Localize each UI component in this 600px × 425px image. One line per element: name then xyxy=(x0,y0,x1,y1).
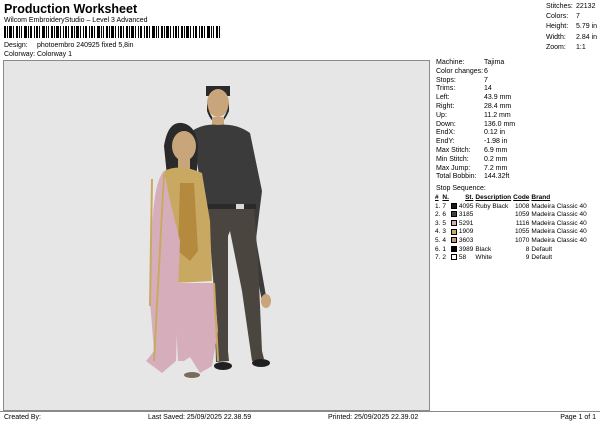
table-row: 6. 1 3989 Black 8 Default xyxy=(435,246,589,255)
prop-color-changes: Color changes: 6 xyxy=(436,67,488,75)
color-swatch-icon xyxy=(450,237,457,244)
software-subtitle: Wilcom EmbroideryStudio – Level 3 Advanc… xyxy=(4,17,148,24)
row-number: 7. xyxy=(435,254,441,262)
row-code: 1055 xyxy=(514,228,530,236)
table-row: 4. 3 1909 1055 Madeira Classic 40 xyxy=(435,228,589,237)
row-needle: 4 xyxy=(442,236,447,244)
table-row: 5. 4 3603 1070 Madeira Classic 40 xyxy=(435,237,589,246)
row-needle: 7 xyxy=(442,202,447,210)
prop-endx: EndX: 0.12 in xyxy=(436,129,506,137)
printed-date: Printed: 25/09/2025 22.39.02 xyxy=(328,414,419,421)
row-stitches: 5291 xyxy=(458,219,474,227)
row-description: Ruby Black xyxy=(475,202,509,210)
prop-left: Left: 43.9 mm xyxy=(436,94,512,102)
footer-bar: Created By: Last Saved: 25/09/2025 22.38… xyxy=(0,411,600,425)
col-brand: Brand xyxy=(531,194,551,201)
row-needle: 1 xyxy=(442,245,447,253)
row-number: 3. xyxy=(435,219,441,227)
design-info: Design: photoembro 240925 fixed 5,8in xyxy=(4,42,134,49)
table-row: 7. 2 58 White 9 Default xyxy=(435,254,589,263)
created-by: Created By: xyxy=(4,414,41,421)
row-brand: Madeira Classic 40 xyxy=(531,228,587,236)
row-number: 6. xyxy=(435,245,441,253)
page-number: Page 1 of 1 xyxy=(560,414,596,421)
row-description: White xyxy=(475,254,493,262)
table-row: 2. 6 3185 1059 Madeira Classic 40 xyxy=(435,211,589,220)
prop-max-stitch: Max Stitch: 6.9 mm xyxy=(436,146,508,154)
row-number: 2. xyxy=(435,211,441,219)
row-number: 5. xyxy=(435,236,441,244)
stop-sequence-table: # N. St. Description Code Brand 1. 7 4095 R… xyxy=(435,194,589,263)
design-label: Design: xyxy=(4,42,28,49)
prop-machine: Machine: Tajima xyxy=(436,59,505,66)
table-row: 1. 7 4095 Ruby Black 1008 Madeira Classic 40 xyxy=(435,203,589,212)
col-number: # xyxy=(435,194,439,201)
color-swatch-icon xyxy=(450,202,457,209)
stat-stitches: Stitches: 22132 xyxy=(546,3,596,10)
colorway-info: Colorway: Colorway 1 xyxy=(4,51,72,58)
stop-sequence-title: Stop Sequence: xyxy=(436,185,486,192)
row-needle: 2 xyxy=(442,254,447,262)
row-number: 1. xyxy=(435,202,441,210)
row-brand: Default xyxy=(531,254,553,262)
stat-colors: Colors: 7 xyxy=(546,13,580,21)
stat-zoom: Zoom: 1:1 xyxy=(546,43,586,51)
last-saved: Last Saved: 25/09/2025 22.38.59 xyxy=(148,414,252,421)
row-brand: Madeira Classic 40 xyxy=(531,202,587,210)
embroidery-couple-image xyxy=(146,86,271,378)
color-swatch-icon xyxy=(450,245,457,252)
color-swatch-icon xyxy=(450,228,457,235)
row-brand: Madeira Classic 40 xyxy=(531,211,587,219)
prop-stops: Stops: 7 xyxy=(436,76,488,84)
row-brand: Default xyxy=(531,245,553,253)
row-stitches: 3989 xyxy=(458,245,474,253)
table-header-row: # N. St. Description Code Brand xyxy=(435,194,589,203)
row-brand: Madeira Classic 40 xyxy=(531,236,587,244)
prop-right: Right: 28.4 mm xyxy=(436,102,512,110)
row-needle: 6 xyxy=(442,211,447,219)
prop-up: Up: 11.2 mm xyxy=(436,111,511,119)
prop-endy: EndY: -1.98 in xyxy=(436,138,508,146)
colorway-label: Colorway: xyxy=(4,51,36,58)
machine-properties: Machine: Tajima Color changes: 6 Stops: 7 T… xyxy=(436,59,515,182)
row-code: 9 xyxy=(525,254,530,262)
col-n: N. xyxy=(442,194,449,201)
color-swatch-icon xyxy=(450,211,457,218)
row-code: 1008 xyxy=(514,202,530,210)
row-stitches: 4095 xyxy=(458,202,474,210)
prop-min-stitch: Min Stitch: 0.2 mm xyxy=(436,155,508,163)
design-preview xyxy=(3,60,430,411)
prop-trims: Trims: 14 xyxy=(436,85,492,93)
colorway-name: Colorway 1 xyxy=(37,51,73,58)
row-stitches: 1909 xyxy=(458,228,474,236)
row-brand: Madeira Classic 40 xyxy=(531,219,587,227)
prop-max-jump: Max Jump: 7.2 mm xyxy=(436,164,508,172)
row-needle: 5 xyxy=(442,219,447,227)
row-code: 8 xyxy=(525,245,530,253)
prop-down: Down: 136.0 mm xyxy=(436,120,516,128)
row-number: 4. xyxy=(435,228,441,236)
col-stitches: St. xyxy=(465,194,474,201)
worksheet-title: Production Worksheet xyxy=(4,2,138,16)
row-code: 1059 xyxy=(514,211,530,219)
stat-height: Height: 5.79 in xyxy=(546,23,598,31)
col-description: Description xyxy=(475,194,512,201)
row-needle: 3 xyxy=(442,228,447,236)
table-row: 3. 5 5291 1116 Madeira Classic 40 xyxy=(435,220,589,229)
col-code: Code xyxy=(513,194,530,201)
row-description: Black xyxy=(475,245,492,253)
row-stitches: 3185 xyxy=(458,211,474,219)
row-stitches: 3603 xyxy=(458,236,474,244)
row-stitches: 58 xyxy=(458,254,467,262)
row-code: 1116 xyxy=(515,219,530,227)
design-stats: Stitches: 22132 Colors: 7 Height: 5.79 in W… xyxy=(546,2,597,53)
color-swatch-icon xyxy=(450,254,457,261)
prop-total-bobbin: Total Bobbin: 144.32ft xyxy=(436,173,510,181)
row-code: 1070 xyxy=(514,236,530,244)
stat-width: Width: 2.84 in xyxy=(546,33,598,41)
design-name: photoembro 240925 fixed 5,8in xyxy=(37,42,134,49)
color-swatch-icon xyxy=(450,220,457,227)
barcode xyxy=(4,26,220,38)
